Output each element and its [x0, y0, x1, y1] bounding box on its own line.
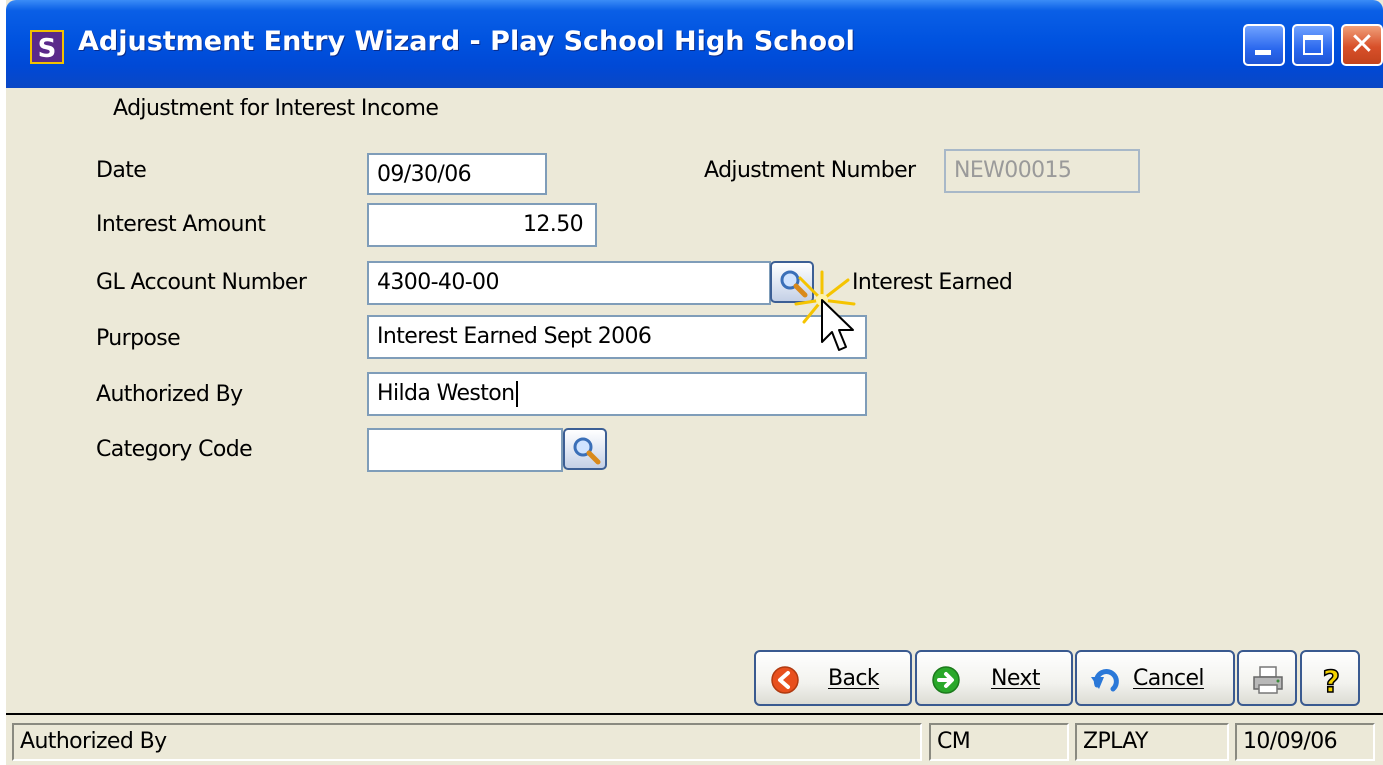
- next-arrow-icon: [932, 666, 960, 694]
- back-button-label: Back: [828, 666, 880, 691]
- authorized-by-label: Authorized By: [96, 382, 243, 407]
- category-code-lookup-button[interactable]: [563, 428, 607, 470]
- app-icon[interactable]: S: [30, 30, 64, 64]
- next-button-label: Next: [991, 666, 1040, 691]
- status-date: 10/09/06: [1235, 723, 1375, 761]
- close-icon: ✕: [1349, 27, 1375, 62]
- gl-account-description: Interest Earned: [852, 270, 1013, 295]
- minimize-button[interactable]: [1243, 24, 1285, 66]
- adjustment-number-field: NEW00015: [944, 149, 1140, 193]
- date-label: Date: [96, 158, 147, 183]
- status-database: ZPLAY: [1075, 723, 1229, 761]
- cancel-button-label: Cancel: [1133, 666, 1205, 691]
- maximize-button[interactable]: [1292, 24, 1334, 66]
- interest-amount-label: Interest Amount: [96, 212, 266, 237]
- next-button[interactable]: Next: [915, 650, 1073, 706]
- authorized-by-value: Hilda Weston: [377, 381, 515, 406]
- svg-text:?: ?: [1323, 665, 1340, 697]
- close-button[interactable]: ✕: [1341, 24, 1383, 66]
- status-message: Authorized By: [12, 723, 922, 761]
- help-button[interactable]: ?: [1300, 650, 1360, 706]
- back-button[interactable]: Back: [754, 650, 912, 706]
- status-bar: Authorized By CM ZPLAY 10/09/06: [6, 713, 1383, 765]
- interest-amount-field[interactable]: 12.50: [367, 203, 597, 247]
- minimize-icon: [1255, 50, 1271, 55]
- purpose-label: Purpose: [96, 326, 181, 351]
- wizard-window: S Adjustment Entry Wizard - Play School …: [6, 0, 1383, 765]
- window-title: Adjustment Entry Wizard - Play School Hi…: [78, 26, 855, 57]
- gl-account-field[interactable]: 4300-40-00: [367, 261, 771, 305]
- category-code-label: Category Code: [96, 437, 253, 462]
- date-field[interactable]: 09/30/06: [367, 153, 547, 195]
- authorized-by-field[interactable]: Hilda Weston: [367, 372, 867, 416]
- click-highlight-icon: [794, 270, 856, 351]
- print-button[interactable]: [1237, 650, 1297, 706]
- printer-icon: [1253, 666, 1283, 694]
- adjustment-number-label: Adjustment Number: [704, 158, 916, 183]
- undo-icon: [1091, 669, 1119, 692]
- cancel-button[interactable]: Cancel: [1075, 650, 1235, 706]
- mouse-pointer-icon: [821, 299, 854, 351]
- text-caret: [515, 381, 518, 407]
- back-arrow-icon: [771, 666, 799, 694]
- status-user: CM: [929, 723, 1069, 761]
- help-icon: ?: [1322, 665, 1341, 697]
- title-bar[interactable]: S Adjustment Entry Wizard - Play School …: [6, 0, 1383, 88]
- category-code-field[interactable]: [367, 428, 563, 472]
- maximize-icon: [1303, 35, 1323, 55]
- gl-account-label: GL Account Number: [96, 270, 307, 295]
- magnifier-icon: [573, 437, 601, 465]
- section-title: Adjustment for Interest Income: [113, 96, 439, 121]
